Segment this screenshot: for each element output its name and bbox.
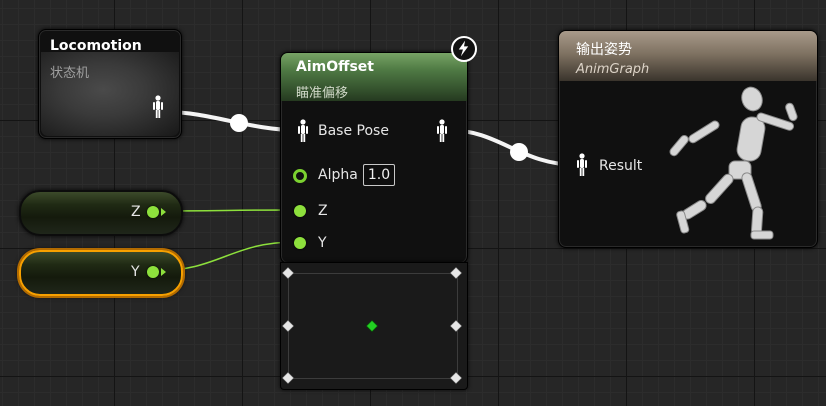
wire-knot[interactable]	[230, 114, 248, 132]
wire-knot[interactable]	[510, 143, 528, 161]
blend-space-preview[interactable]	[280, 262, 468, 390]
z-variable-node[interactable]: Z	[19, 190, 183, 236]
z-output-pin-icon[interactable]	[147, 206, 159, 218]
result-pin-icon[interactable]	[575, 153, 589, 177]
lightning-icon	[451, 36, 477, 62]
locomotion-title: Locomotion	[50, 38, 142, 54]
output-title: 输出姿势	[576, 42, 632, 58]
blend-space-points	[281, 266, 463, 385]
running-mannequin-icon	[669, 86, 798, 240]
blend-sample-point	[449, 266, 463, 280]
pose-pin-icon[interactable]	[151, 95, 165, 119]
y-variable-label: Y	[131, 264, 140, 280]
pose-pin-icon[interactable]	[296, 119, 310, 143]
y-output-pin-icon[interactable]	[147, 266, 159, 278]
wire-locomotion-to-basepose[interactable]	[166, 110, 297, 132]
pose-output-pin-icon[interactable]	[435, 119, 449, 143]
blend-sample-point	[281, 319, 295, 333]
locomotion-subtitle: 状态机	[50, 66, 90, 81]
alpha-value-input[interactable]: 1.0	[363, 164, 395, 186]
alpha-label: Alpha	[318, 167, 358, 183]
alpha-pin-icon[interactable]	[293, 169, 307, 183]
z-output-arrow-icon	[161, 208, 166, 216]
output-subtitle: AnimGraph	[576, 62, 650, 77]
blend-sample-point	[281, 266, 295, 280]
aimoffset-title: AimOffset	[296, 59, 374, 75]
result-label: Result	[599, 158, 643, 174]
blend-sample-point	[449, 319, 463, 333]
z-input-pin-icon[interactable]	[294, 205, 306, 217]
aimoffset-node[interactable]: AimOffset 瞄准偏移 Base Pose Alpha 1.0 Z Y	[280, 52, 468, 264]
y-output-arrow-icon	[161, 268, 166, 276]
y-pin-label: Y	[318, 235, 327, 251]
z-pin-label: Z	[318, 203, 328, 219]
blend-current-point	[365, 319, 379, 333]
y-input-pin-icon[interactable]	[294, 237, 306, 249]
z-variable-label: Z	[131, 204, 141, 220]
locomotion-node[interactable]: Locomotion 状态机	[38, 29, 182, 139]
y-variable-node[interactable]: Y	[19, 250, 183, 296]
base-pose-label: Base Pose	[318, 123, 389, 139]
blend-sample-point	[281, 371, 295, 385]
blend-sample-point	[449, 371, 463, 385]
aimoffset-subtitle: 瞄准偏移	[296, 86, 349, 101]
output-pose-node[interactable]: 输出姿势 AnimGraph Result	[558, 30, 818, 248]
